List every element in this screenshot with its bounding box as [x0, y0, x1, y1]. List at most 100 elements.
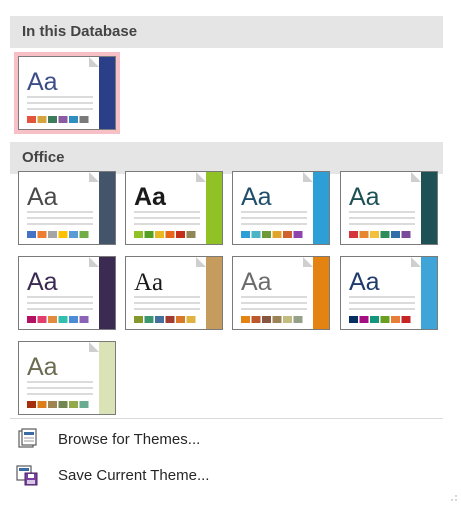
color-swatch	[79, 316, 89, 323]
theme-sample-text: Aa	[27, 268, 58, 296]
theme-thumbnail-ion[interactable]: Aa	[232, 171, 330, 245]
color-swatch	[27, 316, 36, 323]
themes-gallery: In this Database Aa Office Aa Aa Aa Aa A…	[10, 10, 443, 505]
color-swatch	[79, 116, 89, 123]
color-swatch	[251, 231, 261, 238]
theme-preview: Aa	[18, 56, 116, 130]
color-swatch	[186, 316, 196, 323]
color-swatch	[134, 231, 143, 238]
color-swatch	[79, 231, 89, 238]
color-swatch	[27, 116, 36, 123]
section-header-database: In this Database	[10, 16, 443, 48]
color-swatch	[401, 231, 411, 238]
theme-sample-text: Aa	[27, 183, 58, 211]
color-swatch	[69, 231, 78, 238]
theme-thumbnail-wisp[interactable]: Aa	[18, 341, 116, 415]
theme-thumbnail-current[interactable]: Aa	[14, 52, 120, 134]
color-swatch	[165, 316, 175, 323]
theme-sample-text: Aa	[241, 268, 272, 296]
save-current-theme-label: Save Current Theme...	[58, 466, 210, 484]
color-swatch	[69, 116, 78, 123]
color-swatch	[349, 316, 358, 323]
theme-thumbnail-slice[interactable]: Aa	[340, 256, 438, 330]
theme-sample-text: Aa	[134, 269, 163, 296]
save-current-theme-button[interactable]: Save Current Theme...	[10, 460, 443, 490]
color-swatch	[48, 116, 57, 123]
theme-sample-text: Aa	[349, 268, 380, 296]
theme-sample-text: Aa	[134, 183, 167, 211]
browse-for-themes-label: Browse for Themes...	[58, 430, 201, 448]
color-swatch	[58, 401, 68, 408]
color-swatch	[391, 316, 400, 323]
theme-preview: Aa	[18, 341, 116, 415]
menu-divider	[10, 418, 443, 419]
color-swatch	[380, 231, 390, 238]
color-swatch	[359, 231, 369, 238]
color-swatch	[359, 316, 369, 323]
color-swatch	[27, 231, 36, 238]
color-swatch	[241, 231, 250, 238]
color-swatch	[69, 316, 78, 323]
color-swatch	[165, 231, 175, 238]
theme-preview: Aa	[18, 256, 116, 330]
color-swatch	[293, 316, 303, 323]
color-swatch	[58, 231, 68, 238]
color-swatch	[370, 231, 379, 238]
color-swatch	[176, 231, 185, 238]
color-swatch	[134, 316, 143, 323]
section-header-office: Office	[10, 142, 443, 174]
color-swatch	[380, 316, 390, 323]
theme-sample-text: Aa	[27, 353, 58, 381]
color-swatch	[48, 231, 57, 238]
color-swatch	[37, 316, 47, 323]
theme-thumbnail-facet[interactable]: Aa	[125, 171, 223, 245]
color-swatch	[37, 231, 47, 238]
color-swatch	[37, 116, 47, 123]
theme-thumbnail-retrospect[interactable]: Aa	[232, 256, 330, 330]
theme-sample-text: Aa	[241, 183, 272, 211]
color-swatch	[27, 401, 36, 408]
color-swatch	[272, 316, 282, 323]
theme-sample-text: Aa	[27, 68, 58, 96]
color-swatch	[79, 401, 89, 408]
theme-preview: Aa	[340, 256, 438, 330]
theme-preview: Aa	[125, 256, 223, 330]
color-swatch	[349, 231, 358, 238]
color-swatch	[176, 316, 185, 323]
theme-preview: Aa	[232, 256, 330, 330]
color-swatch	[48, 401, 57, 408]
color-swatch	[58, 316, 68, 323]
color-swatch	[391, 231, 400, 238]
theme-preview: Aa	[18, 171, 116, 245]
theme-thumbnail-ion-boardroom[interactable]: Aa	[18, 256, 116, 330]
color-swatch	[241, 316, 250, 323]
theme-preview: Aa	[340, 171, 438, 245]
color-swatch	[155, 231, 164, 238]
color-swatch	[144, 316, 154, 323]
save-theme-icon	[16, 464, 38, 486]
color-swatch	[283, 231, 292, 238]
color-swatch	[69, 401, 78, 408]
theme-preview: Aa	[125, 171, 223, 245]
theme-sample-text: Aa	[349, 183, 380, 211]
browse-for-themes-button[interactable]: Browse for Themes...	[10, 424, 443, 454]
color-swatch	[144, 231, 154, 238]
color-swatch	[401, 316, 411, 323]
browse-themes-icon	[16, 428, 38, 450]
color-swatch	[251, 316, 261, 323]
theme-preview: Aa	[232, 171, 330, 245]
color-swatch	[186, 231, 196, 238]
color-swatch	[283, 316, 292, 323]
color-swatch	[37, 401, 47, 408]
color-swatch	[48, 316, 57, 323]
theme-thumbnail-integral[interactable]: Aa	[340, 171, 438, 245]
color-swatch	[262, 316, 271, 323]
theme-thumbnail-organic[interactable]: Aa	[125, 256, 223, 330]
color-swatch	[155, 316, 164, 323]
color-swatch	[293, 231, 303, 238]
resize-grip-icon[interactable]	[451, 495, 457, 501]
color-swatch	[272, 231, 282, 238]
color-swatch	[370, 316, 379, 323]
color-swatch	[58, 116, 68, 123]
theme-thumbnail-office-theme[interactable]: Aa	[18, 171, 116, 245]
